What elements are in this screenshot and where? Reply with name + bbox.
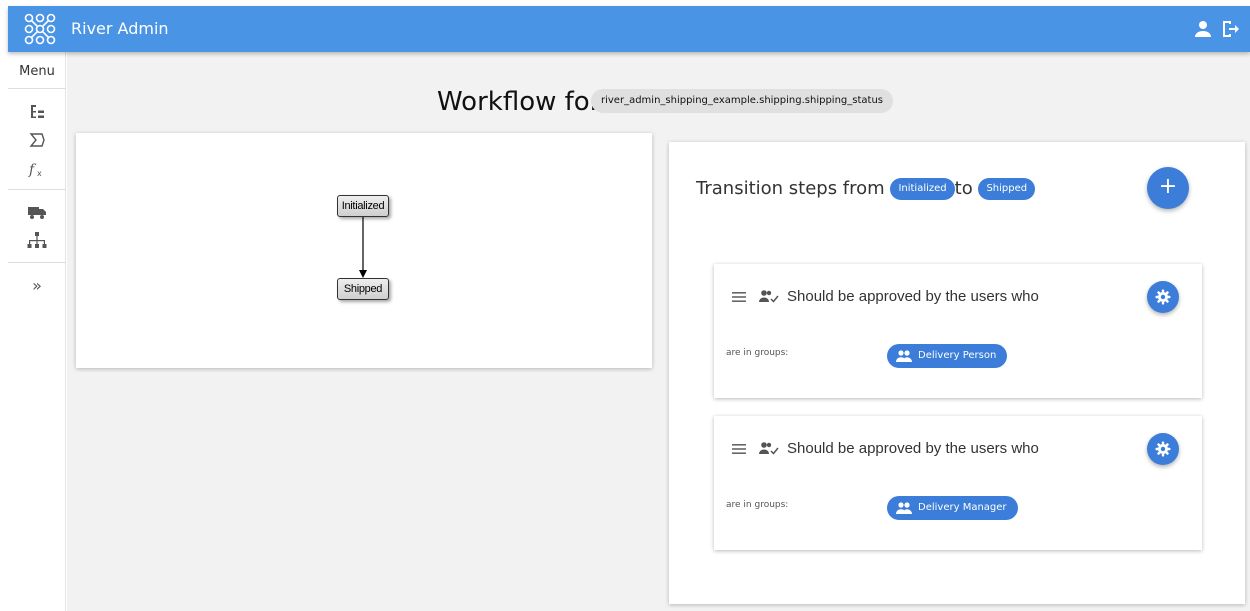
workflow-diagram: Initialized Shipped bbox=[76, 133, 652, 368]
person-icon[interactable] bbox=[1191, 17, 1215, 41]
sidebar-menu: Menu f x » bbox=[8, 52, 66, 611]
river-logo-icon[interactable] bbox=[23, 12, 57, 46]
transition-heading: Transition steps from Initialized to Ship… bbox=[696, 178, 1036, 200]
sidebar-divider bbox=[8, 189, 66, 190]
gear-icon bbox=[1155, 289, 1171, 305]
groups-label: are in groups: bbox=[726, 348, 789, 358]
group-approve-icon bbox=[759, 442, 779, 455]
group-chip-label: Delivery Person bbox=[918, 350, 997, 361]
page-title: Workflow for bbox=[437, 87, 601, 117]
group-icon bbox=[896, 350, 912, 362]
state-node-initialized[interactable]: Initialized bbox=[337, 195, 389, 217]
gear-icon bbox=[1155, 441, 1171, 457]
model-chip: river_admin_shipping_example.shipping.sh… bbox=[591, 89, 893, 113]
heading-connector: to bbox=[954, 178, 973, 199]
tree-list-icon[interactable] bbox=[26, 101, 48, 123]
drag-handle-icon[interactable] bbox=[730, 288, 748, 306]
sigma-icon[interactable] bbox=[26, 129, 48, 151]
sitemap-icon[interactable] bbox=[26, 230, 48, 252]
sidebar-divider bbox=[8, 88, 66, 89]
group-chip-delivery-person[interactable]: Delivery Person bbox=[887, 344, 1008, 368]
state-node-shipped[interactable]: Shipped bbox=[337, 278, 389, 300]
from-state-chip[interactable]: Initialized bbox=[890, 178, 955, 200]
step-description: Should be approved by the users who bbox=[787, 288, 1039, 305]
group-chip-delivery-manager[interactable]: Delivery Manager bbox=[887, 496, 1018, 520]
app-header: River Admin bbox=[8, 6, 1250, 52]
approval-step-card: Should be approved by the users who are … bbox=[714, 264, 1202, 398]
group-chip-label: Delivery Manager bbox=[918, 502, 1007, 513]
step-description: Should be approved by the users who bbox=[787, 440, 1039, 457]
app-title: River Admin bbox=[71, 19, 169, 38]
svg-text:x: x bbox=[37, 169, 42, 178]
step-settings-button[interactable] bbox=[1147, 281, 1179, 313]
group-approve-icon bbox=[759, 290, 779, 303]
svg-text:f: f bbox=[28, 162, 37, 178]
transition-steps-panel: Transition steps from Initialized to Ship… bbox=[669, 142, 1245, 604]
menu-label: Menu bbox=[19, 64, 55, 79]
logout-icon[interactable] bbox=[1218, 17, 1242, 41]
drag-handle-icon[interactable] bbox=[730, 440, 748, 458]
heading-prefix: Transition steps from bbox=[696, 178, 885, 199]
truck-icon[interactable] bbox=[26, 201, 48, 223]
approval-step-card: Should be approved by the users who are … bbox=[714, 416, 1202, 550]
main-content: Workflow for river_admin_shipping_exampl… bbox=[67, 52, 1250, 611]
group-icon bbox=[896, 502, 912, 514]
to-state-chip[interactable]: Shipped bbox=[978, 178, 1036, 200]
groups-label: are in groups: bbox=[726, 500, 789, 510]
expand-chevron-icon[interactable]: » bbox=[8, 276, 66, 295]
function-icon[interactable]: f x bbox=[26, 158, 48, 180]
transition-arrow bbox=[359, 217, 367, 278]
sidebar-divider bbox=[8, 262, 66, 263]
step-settings-button[interactable] bbox=[1147, 433, 1179, 465]
add-step-button[interactable]: + bbox=[1147, 167, 1189, 209]
